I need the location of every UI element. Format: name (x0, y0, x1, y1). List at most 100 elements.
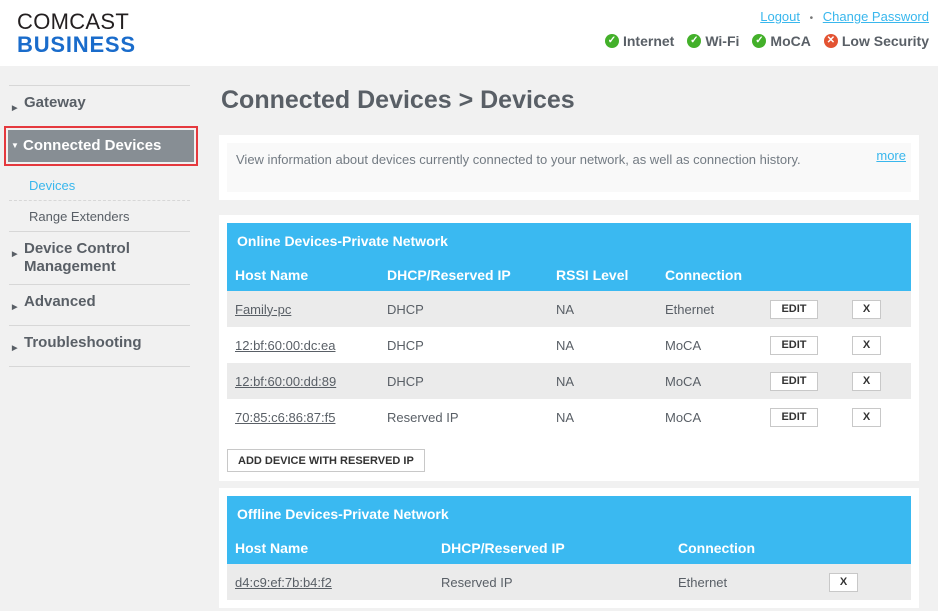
delete-cell: X (852, 407, 911, 427)
host-cell: 12:bf:60:00:dd:89 (227, 374, 379, 389)
status-bar: ✓ Internet ✓ Wi-Fi ✓ MoCA ✕ Low Security (604, 33, 929, 49)
host-link[interactable]: 12:bf:60:00:dc:ea (235, 338, 335, 353)
status-label: Internet (622, 33, 675, 49)
rssi-cell: NA (556, 337, 575, 353)
connection-cell: MoCA (665, 373, 702, 389)
connection-cell: Ethernet (678, 574, 728, 590)
sidebar-item-advanced[interactable]: ▶ Advanced (9, 284, 190, 325)
intro-panel: View information about devices currently… (219, 135, 919, 200)
add-reserved-ip-button[interactable]: ADD DEVICE WITH RESERVED IP (227, 449, 425, 472)
delete-cell: X (829, 572, 909, 592)
edit-cell: EDIT (770, 407, 852, 427)
sidebar-item-device-control-management[interactable]: ▶ Device Control Management (9, 231, 190, 284)
connection-cell: MoCA (665, 337, 702, 353)
change-password-link[interactable]: Change Password (823, 9, 929, 24)
connection-cell: MoCA (665, 409, 702, 425)
table-row: 70:85:c6:86:87:f5 Reserved IP NA MoCA ED… (227, 399, 911, 435)
edit-button[interactable]: EDIT (770, 335, 818, 355)
ip-type-cell: DHCP (387, 337, 424, 353)
caret-down-icon: ▼ (11, 141, 19, 150)
sidebar-item-troubleshooting[interactable]: ▶ Troubleshooting (9, 325, 190, 366)
host-link[interactable]: 12:bf:60:00:dd:89 (235, 374, 336, 389)
rssi-cell: NA (556, 373, 575, 389)
delete-cell: X (852, 371, 911, 391)
check-circle-icon: ✓ (604, 34, 619, 48)
ip-type-cell: DHCP (387, 373, 424, 389)
edit-button[interactable]: EDIT (770, 299, 818, 319)
highlight-box: ▼ Connected Devices (4, 126, 198, 166)
host-cell: 70:85:c6:86:87:f5 (227, 410, 379, 425)
online-table-header: Online Devices-Private Network Host Name… (227, 223, 911, 291)
delete-button[interactable]: X (852, 371, 881, 391)
column-host-name: Host Name (235, 539, 309, 556)
column-ip-type: DHCP/Reserved IP (441, 539, 565, 556)
delete-button[interactable]: X (829, 572, 858, 592)
rssi-cell: NA (556, 409, 575, 425)
sidebar-subitem-range-extenders[interactable]: Range Extenders (9, 200, 190, 231)
intro-box: View information about devices currently… (227, 143, 911, 192)
sidebar-item-label: Troubleshooting (24, 334, 142, 351)
sidebar-nav: ▶ Gateway ▼ Connected Devices Devices Ra… (4, 85, 198, 367)
sidebar-item-label: Device Control Management (24, 240, 130, 276)
caret-right-icon: ▶ (12, 251, 18, 258)
intro-text: View information about devices currently… (236, 152, 801, 167)
delete-button[interactable]: X (852, 299, 881, 319)
header: COMCAST BUSINESS Logout • Change Passwor… (0, 0, 938, 66)
sidebar-item-label: Gateway (24, 94, 86, 111)
edit-cell: EDIT (770, 371, 852, 391)
logo-text-business: BUSINESS (17, 32, 136, 57)
connection-cell: Ethernet (665, 301, 715, 317)
delete-cell: X (852, 335, 911, 355)
column-rssi: RSSI Level (556, 266, 629, 283)
status-label: Wi-Fi (705, 33, 740, 49)
column-connection: Connection (665, 266, 742, 283)
caret-right-icon: ▶ (12, 304, 18, 311)
offline-table-title: Offline Devices-Private Network (237, 506, 449, 522)
delete-cell: X (852, 299, 911, 319)
sidebar-subitem-devices[interactable]: Devices (9, 166, 190, 200)
ip-type-cell: Reserved IP (387, 409, 459, 425)
link-separator: • (809, 13, 814, 24)
sidebar-item-connected-devices[interactable]: ▼ Connected Devices (8, 130, 194, 162)
comcast-business-logo[interactable]: COMCAST BUSINESS (17, 11, 136, 56)
table-row: 12:bf:60:00:dd:89 DHCP NA MoCA EDIT X (227, 363, 911, 399)
host-link[interactable]: d4:c9:ef:7b:b4:f2 (235, 575, 332, 590)
offline-column-headers: Host Name DHCP/Reserved IP Connection (227, 531, 911, 564)
host-link[interactable]: 70:85:c6:86:87:f5 (235, 410, 335, 425)
ip-type-cell: DHCP (387, 301, 424, 317)
status-moca: ✓ MoCA (752, 33, 811, 49)
check-circle-icon: ✓ (687, 34, 702, 48)
status-security: ✕ Low Security (823, 33, 929, 49)
rssi-cell: NA (556, 301, 575, 317)
status-label: MoCA (770, 33, 811, 49)
label-line: Management (24, 258, 116, 275)
table-row: Family-pc DHCP NA Ethernet EDIT X (227, 291, 911, 327)
sidebar-item-label: Advanced (24, 293, 96, 310)
delete-button[interactable]: X (852, 407, 881, 427)
edit-button[interactable]: EDIT (770, 407, 818, 427)
page-title: Connected Devices > Devices (221, 86, 575, 114)
check-circle-icon: ✓ (752, 34, 767, 48)
table-row: d4:c9:ef:7b:b4:f2 Reserved IP Ethernet X (227, 564, 911, 600)
column-host-name: Host Name (235, 266, 309, 283)
label-line: Device Control (24, 240, 130, 257)
column-ip-type: DHCP/Reserved IP (387, 266, 511, 283)
delete-button[interactable]: X (852, 335, 881, 355)
ip-type-cell: Reserved IP (441, 574, 513, 590)
status-internet: ✓ Internet (604, 33, 675, 49)
logout-link[interactable]: Logout (760, 9, 800, 24)
column-connection: Connection (678, 539, 755, 556)
status-label: Low Security (841, 33, 929, 49)
divider (9, 366, 190, 367)
online-table-title: Online Devices-Private Network (237, 233, 448, 249)
edit-button[interactable]: EDIT (770, 371, 818, 391)
x-circle-icon: ✕ (823, 34, 838, 48)
host-cell: Family-pc (227, 302, 379, 317)
sidebar-item-gateway[interactable]: ▶ Gateway (9, 85, 190, 126)
table-row: 12:bf:60:00:dc:ea DHCP NA MoCA EDIT X (227, 327, 911, 363)
host-cell: d4:c9:ef:7b:b4:f2 (227, 575, 433, 590)
sidebar-item-label: Connected Devices (23, 137, 162, 154)
host-link[interactable]: Family-pc (235, 302, 291, 317)
more-link[interactable]: more (876, 147, 906, 164)
edit-cell: EDIT (770, 335, 852, 355)
